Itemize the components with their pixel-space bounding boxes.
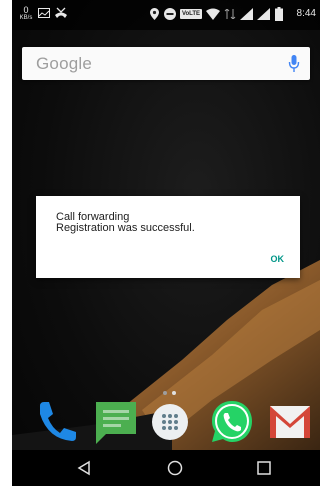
network-speed: 0 KB/s xyxy=(18,5,34,22)
gmail-icon[interactable] xyxy=(268,404,312,440)
data-arrows-icon xyxy=(224,9,236,19)
navigation-bar xyxy=(12,450,320,486)
missed-call-icon xyxy=(55,7,67,18)
phone-icon[interactable] xyxy=(34,398,78,448)
app-drawer-icon[interactable] xyxy=(150,402,190,442)
google-search-bar[interactable]: Google xyxy=(22,47,310,80)
back-icon[interactable] xyxy=(76,460,92,476)
battery-icon xyxy=(275,7,283,21)
volte-icon: VoLTE xyxy=(180,9,202,19)
recents-icon[interactable] xyxy=(256,460,272,476)
signal-icon xyxy=(257,8,270,20)
wifi-icon xyxy=(206,8,220,20)
mic-icon[interactable] xyxy=(288,54,300,73)
ok-button[interactable]: OK xyxy=(269,252,287,266)
status-bar: 0 KB/s VoLTE 8:44 xyxy=(12,0,320,30)
network-speed-value: 0 xyxy=(23,5,29,15)
google-logo: Google xyxy=(36,54,93,73)
signal-icon xyxy=(240,8,253,20)
page-indicator xyxy=(163,391,176,395)
dialog-message: Call forwarding Registration was success… xyxy=(56,211,195,234)
network-speed-unit: KB/s xyxy=(19,15,33,21)
location-icon xyxy=(150,8,159,20)
home-icon[interactable] xyxy=(167,460,183,476)
phone-screen: 0 KB/s VoLTE 8:44 Google Call forwarding… xyxy=(12,0,320,486)
image-icon xyxy=(38,8,50,18)
clock: 8:44 xyxy=(296,8,316,19)
dock xyxy=(12,398,320,450)
do-not-disturb-icon xyxy=(164,8,176,20)
call-forwarding-dialog: Call forwarding Registration was success… xyxy=(36,196,300,278)
messaging-icon[interactable] xyxy=(92,398,140,446)
whatsapp-icon[interactable] xyxy=(208,398,256,446)
